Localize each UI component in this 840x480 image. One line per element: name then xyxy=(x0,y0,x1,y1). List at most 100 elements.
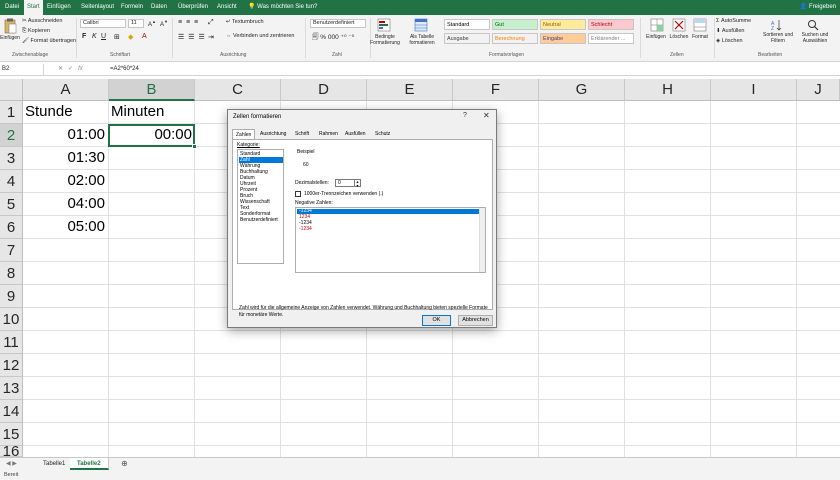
row-header-1[interactable]: 1 xyxy=(0,101,23,124)
sort-filter-button[interactable]: Sortieren und Filtern xyxy=(760,32,796,44)
cell-a5[interactable]: 04:00 xyxy=(25,193,105,215)
font-name-combo[interactable]: Calibri xyxy=(80,19,126,28)
negative-list-scrollbar[interactable] xyxy=(479,208,485,272)
cell-style-7[interactable]: Erklärender ... xyxy=(588,33,634,44)
negative-numbers-list[interactable]: -1234 1234 -1234 -1234 xyxy=(295,207,486,273)
copy-button[interactable]: ⎘ Kopieren xyxy=(22,28,50,35)
cell-style-2[interactable]: Neutral xyxy=(540,19,586,30)
number-format-icons[interactable]: 🗐 % 000 ⁺⁰ ⁻⁰ xyxy=(312,33,354,44)
row-header-7[interactable]: 7 xyxy=(0,239,23,262)
ok-button[interactable]: OK xyxy=(422,315,451,326)
cancel-icon[interactable]: ✕ xyxy=(58,66,63,72)
ribbon-tab-7[interactable]: Ansicht xyxy=(214,0,240,15)
font-color-icon[interactable]: A xyxy=(142,33,147,40)
column-header-e[interactable]: E xyxy=(367,79,453,101)
row-header-5[interactable]: 5 xyxy=(0,193,23,216)
paste-icon[interactable] xyxy=(3,18,17,34)
thousands-separator-checkbox[interactable] xyxy=(295,191,301,197)
formula-input[interactable]: =A2*60*24 xyxy=(110,64,139,75)
insert-function-icon[interactable]: fx xyxy=(78,66,83,72)
cell-a1[interactable]: Stunde xyxy=(25,101,105,123)
column-header-j[interactable]: J xyxy=(797,79,840,101)
cell-style-6[interactable]: Eingabe xyxy=(540,33,586,44)
ribbon-tab-5[interactable]: Daten xyxy=(148,0,170,15)
dialog-tab-1[interactable]: Ausrichtung xyxy=(257,129,289,139)
column-header-c[interactable]: C xyxy=(195,79,281,101)
delete-cells-button[interactable]: Löschen xyxy=(667,34,691,40)
ribbon-tab-1[interactable]: Start xyxy=(24,0,43,15)
format-as-table-button[interactable]: Als Tabelle formatieren xyxy=(406,34,438,46)
dialog-tab-5[interactable]: Schutz xyxy=(372,129,393,139)
dialog-tab-2[interactable]: Schrift xyxy=(292,129,312,139)
format-cells-icon[interactable] xyxy=(693,18,707,32)
decimals-spinner[interactable]: ▲ ▼ xyxy=(355,179,361,188)
cell-a2[interactable]: 01:00 xyxy=(25,124,105,146)
clear-button[interactable]: ◈ Löschen xyxy=(716,38,743,44)
cell-a3[interactable]: 01:30 xyxy=(25,147,105,169)
row-header-6[interactable]: 6 xyxy=(0,216,23,239)
format-painter-button[interactable]: 🖌 Format übertragen xyxy=(22,38,76,44)
cell-a6[interactable]: 05:00 xyxy=(25,216,105,238)
row-header-13[interactable]: 13 xyxy=(0,377,23,400)
format-as-table-icon[interactable] xyxy=(414,18,428,32)
fill-handle[interactable] xyxy=(192,144,197,149)
column-header-g[interactable]: G xyxy=(539,79,625,101)
negative-number-option[interactable]: -1234 xyxy=(297,227,479,232)
column-header-b[interactable]: B xyxy=(109,79,195,101)
row-header-8[interactable]: 8 xyxy=(0,262,23,285)
row-header-10[interactable]: 10 xyxy=(0,308,23,331)
grow-font-icon[interactable]: A▲ xyxy=(148,19,156,28)
find-select-icon[interactable] xyxy=(806,18,820,31)
ribbon-tab-0[interactable]: Datei xyxy=(2,0,22,15)
sheet-tab-0[interactable]: Tabelle1 xyxy=(36,458,74,470)
negative-number-option[interactable]: -1234 xyxy=(297,221,479,226)
sort-filter-icon[interactable]: AZ xyxy=(771,18,785,32)
fill-color-icon[interactable]: ◆ xyxy=(128,33,133,41)
column-header-a[interactable]: A xyxy=(23,79,109,101)
share-button[interactable]: 👤 Freigeben xyxy=(800,0,836,15)
category-list[interactable]: Standard Zahl Währung Buchhaltung Datum Uhrze… xyxy=(237,149,284,264)
cell-style-5[interactable]: Berechnung xyxy=(492,33,538,44)
align-left-icons[interactable]: ☰ ☰ ☰ xyxy=(178,33,206,41)
column-header-f[interactable]: F xyxy=(453,79,539,101)
font-size-combo[interactable]: 11 xyxy=(128,19,144,28)
row-header-2[interactable]: 2 xyxy=(0,124,23,147)
wrap-text-button[interactable]: ↵ Textumbruch xyxy=(226,19,264,25)
name-box[interactable]: B2 xyxy=(0,64,44,75)
conditional-formatting-button[interactable]: Bedingte Formatierung xyxy=(368,34,402,46)
paste-button[interactable]: Einfügen xyxy=(0,35,20,41)
delete-cells-icon[interactable] xyxy=(672,18,686,32)
column-header-i[interactable]: I xyxy=(711,79,797,101)
select-all-corner[interactable] xyxy=(0,79,23,101)
ribbon-tab-3[interactable]: Seitenlayout xyxy=(78,0,117,15)
cell-style-1[interactable]: Gut xyxy=(492,19,538,30)
row-header-9[interactable]: 9 xyxy=(0,285,23,308)
orientation-icon[interactable]: ⤢ xyxy=(208,19,214,27)
format-cells-button[interactable]: Format xyxy=(689,34,711,40)
row-header-4[interactable]: 4 xyxy=(0,170,23,193)
row-header-14[interactable]: 14 xyxy=(0,400,23,423)
insert-cells-icon[interactable] xyxy=(650,18,664,32)
indent-icon[interactable]: ⇥ xyxy=(208,33,214,41)
cell-style-3[interactable]: Schlecht xyxy=(588,19,634,30)
dialog-tab-3[interactable]: Rahmen xyxy=(316,129,341,139)
cell-style-4[interactable]: Ausgabe xyxy=(444,33,490,44)
row-header-3[interactable]: 3 xyxy=(0,147,23,170)
bold-icon[interactable]: F xyxy=(82,33,86,40)
add-sheet-icon[interactable]: ⊕ xyxy=(121,459,128,468)
cell-b1[interactable]: Minuten xyxy=(111,101,191,123)
ribbon-tab-2[interactable]: Einfügen xyxy=(44,0,74,15)
enter-icon[interactable]: ✓ xyxy=(68,66,73,72)
align-top-icons[interactable]: ≡ ≡ ≡ xyxy=(178,19,199,26)
merge-center-button[interactable]: ⇔ Verbinden und zentrieren xyxy=(226,33,295,39)
row-header-12[interactable]: 12 xyxy=(0,354,23,377)
negative-number-option[interactable]: -1234 xyxy=(297,209,479,214)
cell-style-0[interactable]: Standard xyxy=(444,19,490,30)
cell-a4[interactable]: 02:00 xyxy=(25,170,105,192)
negative-number-option[interactable]: 1234 xyxy=(297,215,479,220)
column-header-d[interactable]: D xyxy=(281,79,367,101)
tell-me-search[interactable]: 💡 Was möchten Sie tun? xyxy=(248,0,317,15)
column-header-h[interactable]: H xyxy=(625,79,711,101)
cancel-button[interactable]: Abbrechen xyxy=(458,315,493,326)
fill-button[interactable]: ⬇ Ausfüllen xyxy=(716,28,744,34)
